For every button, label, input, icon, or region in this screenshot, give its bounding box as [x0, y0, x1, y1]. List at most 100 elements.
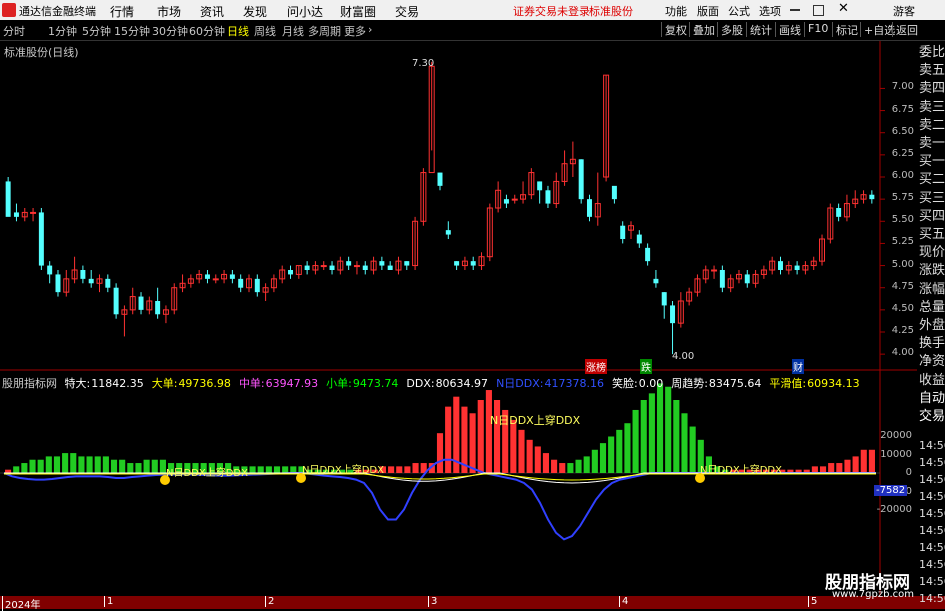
indicator-item-label: 平滑值: — [769, 377, 807, 390]
indicator-bar — [673, 400, 680, 473]
menu-function[interactable]: 功能 — [665, 3, 687, 19]
sidebar-item[interactable]: 卖三 — [919, 99, 945, 117]
date-label: 3 — [428, 596, 437, 607]
sidebar-item[interactable]: 买一 — [919, 153, 945, 171]
indicator-item-value: 63947.93 — [265, 377, 319, 390]
menu-wealth[interactable]: 财富圈 — [340, 3, 376, 20]
btn-overlay[interactable]: 叠加 — [689, 22, 718, 37]
candle-body — [113, 287, 119, 315]
maximize-icon[interactable] — [813, 5, 824, 16]
sidebar-item[interactable]: 自动 — [919, 390, 945, 408]
sidebar-item[interactable]: 买三 — [919, 190, 945, 208]
price-tick-label: 7.00 — [891, 81, 914, 93]
indicator-item: 特大:11842.35 — [65, 377, 148, 390]
candle-body — [404, 261, 410, 266]
sidebar-item[interactable]: 买五 — [919, 226, 945, 244]
menu-market[interactable]: 行情 — [110, 3, 134, 20]
sidebar-item[interactable]: 交易 — [919, 408, 945, 426]
indicator-bar — [37, 459, 44, 473]
sidebar-item[interactable]: 总量 — [919, 299, 945, 317]
chart-title: 标准股份(日线) — [4, 46, 79, 59]
btn-adjust[interactable]: 复权 — [661, 22, 690, 37]
indicator-bar — [249, 466, 256, 473]
candle-body — [362, 265, 368, 270]
candle-body — [329, 265, 335, 270]
candle-body — [138, 296, 144, 310]
login-warning[interactable]: 证券交易未登录 — [513, 3, 590, 19]
menu-exchange[interactable]: 市场 — [157, 3, 181, 20]
period-5min[interactable]: 5分钟 — [82, 23, 111, 39]
stock-chart[interactable] — [0, 41, 917, 596]
indicator-bar — [265, 466, 272, 473]
menu-trade[interactable]: 交易 — [395, 3, 419, 20]
sidebar-item[interactable]: 换手 — [919, 335, 945, 353]
indicator-header: 股朋指标网 特大:11842.35 大单:49736.98 中单:63947.93 小… — [2, 375, 868, 391]
menu-assistant[interactable]: 问小达 — [287, 3, 323, 20]
btn-f10[interactable]: F10 — [804, 22, 831, 37]
sidebar-item[interactable]: 卖四 — [919, 80, 945, 98]
indicator-item-label: 大单: — [151, 377, 178, 390]
marker-finance[interactable]: 财 — [792, 359, 804, 374]
candle-body — [379, 261, 385, 266]
indicator-bar — [404, 466, 411, 473]
sidebar-time: 14:56 — [919, 575, 945, 588]
indicator-bar — [86, 456, 93, 473]
btn-mark[interactable]: 标记 — [832, 22, 861, 37]
sidebar-item[interactable]: 买四 — [919, 208, 945, 226]
btn-draw[interactable]: 画线 — [775, 22, 804, 37]
period-15min[interactable]: 15分钟 — [114, 23, 150, 39]
candle-body — [229, 274, 235, 279]
price-tick-label: 6.25 — [891, 147, 914, 159]
price-tick-label: 4.00 — [891, 347, 914, 359]
menu-options[interactable]: 选项 — [759, 3, 781, 19]
sidebar-item[interactable]: 买二 — [919, 171, 945, 189]
close-icon[interactable]: ✕ — [838, 1, 849, 16]
sidebar-item[interactable]: 外盘 — [919, 317, 945, 335]
period-60min[interactable]: 60分钟 — [189, 23, 225, 39]
period-multi[interactable]: 多周期 — [308, 23, 341, 39]
candle-body — [445, 230, 451, 235]
user-label[interactable]: 游客 — [893, 3, 915, 19]
indicator-bar — [436, 433, 444, 473]
indicator-bar — [608, 436, 615, 473]
indicator-item-value: 11842.35 — [91, 377, 144, 390]
sidebar-item[interactable]: 涨跌 — [919, 262, 945, 280]
menu-news[interactable]: 资讯 — [200, 3, 224, 20]
period-daily[interactable]: 日线 — [227, 23, 249, 39]
period-1min[interactable]: 1分钟 — [48, 23, 77, 39]
btn-multi-stock[interactable]: 多股 — [717, 22, 746, 37]
marker-top-gainer[interactable]: 涨榜 — [585, 359, 607, 374]
sidebar-item[interactable]: 委比 — [919, 44, 945, 62]
indicator-bar — [396, 466, 403, 473]
indicator-bar — [551, 459, 558, 473]
indicator-bar — [616, 429, 623, 473]
minimize-icon[interactable] — [790, 9, 800, 11]
btn-back[interactable]: 返回 — [892, 22, 921, 37]
marker-fall[interactable]: 跌 — [640, 359, 652, 374]
menu-layout[interactable]: 版面 — [697, 3, 719, 19]
candle-body — [645, 247, 651, 262]
candle-body — [346, 261, 352, 266]
sidebar-item[interactable]: 净资 — [919, 353, 945, 371]
btn-stats[interactable]: 统计 — [746, 22, 775, 37]
sidebar-item[interactable]: 现价 — [919, 244, 945, 262]
indicator-item-label: 特大: — [64, 377, 91, 390]
menu-discover[interactable]: 发现 — [243, 3, 267, 20]
period-monthly[interactable]: 月线 — [282, 23, 304, 39]
sidebar-item[interactable]: 卖二 — [919, 117, 945, 135]
period-weekly[interactable]: 周线 — [254, 23, 276, 39]
candle-body — [155, 301, 161, 315]
period-intraday[interactable]: 分时 — [3, 23, 25, 39]
sidebar-item[interactable]: 涨幅 — [919, 281, 945, 299]
candle-body — [304, 265, 310, 270]
menu-formula[interactable]: 公式 — [728, 3, 750, 19]
indicator-bar — [632, 409, 639, 473]
indicator-bar — [485, 390, 492, 473]
period-more[interactable]: 更多 — [344, 23, 366, 39]
sidebar-item[interactable]: 卖五 — [919, 62, 945, 80]
sidebar-item[interactable]: 卖一 — [919, 135, 945, 153]
chevron-right-icon[interactable]: › — [368, 23, 372, 36]
period-30min[interactable]: 30分钟 — [152, 23, 188, 39]
sidebar-item[interactable]: 收益 — [919, 372, 945, 390]
date-label: 1 — [104, 596, 113, 607]
